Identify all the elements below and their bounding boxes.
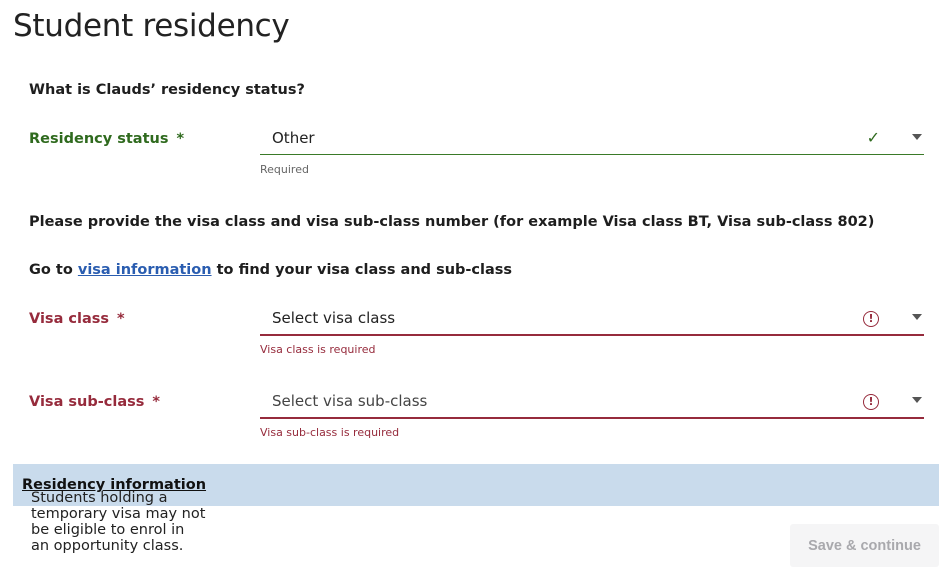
info-text-wrap: Students holding a temporary visa may no… [22, 477, 206, 554]
error-icon: ! [863, 394, 879, 410]
chevron-down-icon[interactable] [912, 134, 922, 140]
visa-info-line: Go to visa information to find your visa… [29, 262, 512, 278]
placeholder: Select visa sub-class [272, 392, 428, 410]
residency-status-select[interactable]: Other ✓ [260, 124, 924, 155]
visa-class-select[interactable]: Select visa class ! [260, 304, 924, 336]
visa-subclass-label: Visa sub-class * [29, 394, 160, 410]
placeholder: Select visa class [272, 309, 396, 327]
save-continue-button[interactable]: Save & continue [790, 524, 939, 567]
residency-status-label: Residency status * [29, 131, 184, 147]
required-mark: * [176, 131, 185, 147]
visa-class-label: Visa class * [29, 311, 125, 327]
goto-suffix: to find your visa class and sub-class [216, 262, 513, 278]
residency-help: Required [260, 163, 309, 176]
label-text: Visa class [29, 311, 110, 327]
visa-subclass-error: Visa sub-class is required [260, 426, 400, 439]
chevron-down-icon[interactable] [912, 397, 922, 403]
page-title: Student residency [13, 8, 290, 44]
label-text: Residency status [29, 131, 169, 147]
visa-information-link[interactable]: visa information [78, 262, 212, 278]
info-banner: Students holding a temporary visa may no… [13, 464, 939, 554]
label-text: Visa sub-class [29, 394, 145, 410]
chevron-down-icon[interactable] [912, 314, 922, 320]
visa-instructions: Please provide the visa class and visa s… [29, 214, 875, 230]
required-mark: * [117, 311, 125, 327]
visa-subclass-select[interactable]: Select visa sub-class ! [260, 387, 924, 419]
selected-value: Other [272, 129, 315, 147]
info-text: Students holding a temporary visa may no… [31, 490, 206, 554]
check-icon: ✓ [866, 128, 880, 147]
residency-question: What is Clauds’ residency status? [29, 82, 305, 98]
visa-class-error: Visa class is required [260, 343, 376, 356]
goto-prefix: Go to [29, 262, 73, 278]
required-mark: * [152, 394, 160, 410]
error-icon: ! [863, 311, 879, 327]
